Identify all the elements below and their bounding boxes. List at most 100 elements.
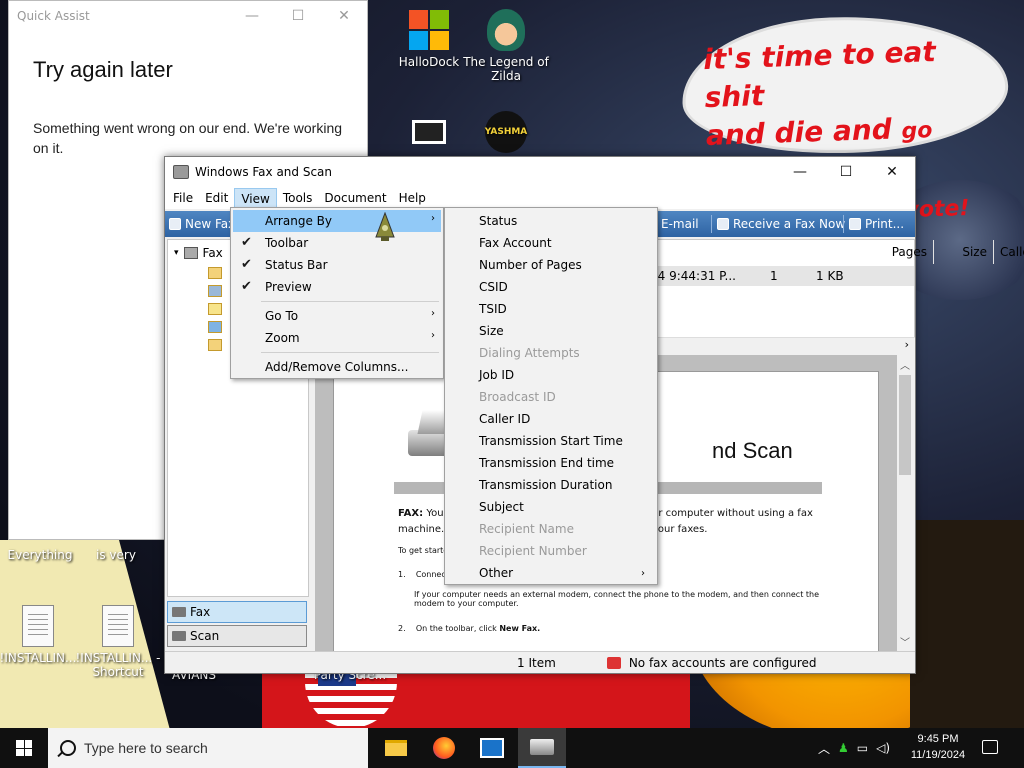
preview-vertical-scrollbar[interactable]: ︿ ﹀ — [897, 355, 913, 651]
chevron-right-icon[interactable]: › — [905, 338, 909, 351]
column-caller-id[interactable]: Caller ID — [994, 240, 1024, 264]
taskbar-firefox[interactable] — [420, 728, 468, 768]
search-icon — [60, 740, 76, 756]
tree-item-fax[interactable]: ▾ Fax — [174, 244, 223, 262]
menu-item-transmission-duration[interactable]: Transmission Duration — [479, 474, 612, 496]
menu-item-toolbar[interactable]: ✔ Toolbar — [233, 232, 441, 254]
bubble-line-1: it's time to eat shit — [702, 35, 937, 115]
taskbar-fax-scan[interactable] — [518, 728, 566, 768]
network-icon[interactable]: ▭ — [857, 741, 868, 755]
menu-file[interactable]: File — [167, 188, 199, 208]
fax-window-title: Windows Fax and Scan — [195, 165, 333, 179]
fax-view-button[interactable]: Fax — [167, 601, 307, 623]
document-icon — [16, 604, 60, 648]
menu-item-status[interactable]: Status — [479, 210, 517, 232]
close-button[interactable]: ✕ — [321, 1, 367, 31]
scan-view-button[interactable]: Scan — [167, 625, 307, 647]
taskbar-remote-desktop[interactable] — [468, 728, 516, 768]
chevron-up-icon[interactable]: ︿ — [900, 357, 910, 372]
menu-item-transmission-end-time[interactable]: Transmission End time — [479, 452, 614, 474]
maximize-button[interactable]: ☐ — [275, 1, 321, 31]
quick-assist-heading: Try again later — [33, 57, 173, 82]
menu-item-arrange-by[interactable]: Arrange By › — [233, 210, 441, 232]
menu-item-zoom[interactable]: Zoom › — [233, 327, 441, 349]
tree-item-folder[interactable] — [208, 264, 222, 282]
menu-item-status-bar[interactable]: ✔ Status Bar — [233, 254, 441, 276]
menu-item-number-of-pages[interactable]: Number of Pages — [479, 254, 582, 276]
folder-icon — [208, 267, 222, 279]
taskbar-search[interactable]: Type here to search — [48, 728, 368, 768]
chevron-up-icon[interactable]: ︿ — [818, 740, 830, 757]
windows-logo-icon — [407, 8, 451, 52]
chevron-down-icon[interactable]: ﹀ — [900, 634, 910, 649]
menu-view[interactable]: View — [234, 188, 277, 208]
preview-step-2: 2. On the toolbar, click New Fax. — [398, 624, 541, 633]
firefox-icon — [433, 737, 455, 759]
taskbar: Type here to search ︿ ♟ ▭ ◁) 9:45 PM 11/… — [0, 728, 1024, 768]
menu-item-job-id[interactable]: Job ID — [479, 364, 514, 386]
menu-item-subject[interactable]: Subject — [479, 496, 524, 518]
menu-document[interactable]: Document — [318, 188, 392, 208]
menu-item-caller-id[interactable]: Caller ID — [479, 408, 530, 430]
game-character-icon — [484, 8, 528, 52]
chevron-right-icon: › — [431, 308, 435, 319]
list-header: Size — [934, 240, 994, 264]
email-button[interactable]: E-mail — [661, 216, 699, 232]
volume-icon[interactable]: ◁) — [876, 741, 890, 755]
folder-icon — [208, 339, 222, 351]
fax-icon — [530, 739, 554, 755]
fax-app-icon — [173, 165, 189, 179]
menu-item-size[interactable]: Size — [479, 320, 504, 342]
user-icon[interactable]: ♟ — [838, 741, 849, 755]
menu-tools[interactable]: Tools — [277, 188, 319, 208]
notification-icon[interactable] — [982, 740, 998, 754]
print-button[interactable]: Print... — [849, 216, 904, 232]
tree-item-folder[interactable] — [208, 300, 222, 318]
taskbar-file-explorer[interactable] — [372, 728, 420, 768]
draft-icon — [208, 303, 222, 315]
menu-item-other[interactable]: Other — [479, 562, 513, 584]
menu-item-preview[interactable]: ✔ Preview — [233, 276, 441, 298]
new-fax-button[interactable]: New Fax — [169, 216, 235, 232]
column-pages[interactable]: Pages — [810, 240, 934, 264]
tree-item-folder[interactable] — [208, 318, 222, 336]
new-fax-icon — [169, 218, 181, 230]
yashma-icon: YASHMA — [484, 110, 528, 154]
preview-text: ur computer without using a fax — [652, 508, 813, 519]
fax-titlebar: Windows Fax and Scan — ☐ ✕ — [165, 157, 915, 187]
desktop-icon-yashma[interactable]: YASHMA — [460, 110, 552, 157]
menu-item-dialing-attempts: Dialing Attempts — [479, 346, 580, 360]
view-menu: Arrange By › ✔ Toolbar ✔ Status Bar ✔ Pr… — [230, 207, 444, 379]
maximize-button[interactable]: ☐ — [823, 157, 869, 187]
check-icon: ✔ — [241, 257, 252, 272]
folder-icon — [208, 285, 222, 297]
menu-item-add-remove-columns[interactable]: Add/Remove Columns... — [233, 356, 441, 378]
wallpaper-dark-edge — [910, 520, 1024, 730]
clock[interactable]: 9:45 PM 11/19/2024 — [906, 731, 970, 763]
desktop-icon-is-very[interactable]: is very — [70, 548, 162, 562]
menu-item-tsid[interactable]: TSID — [479, 298, 507, 320]
menu-help[interactable]: Help — [393, 188, 432, 208]
minimize-button[interactable]: — — [229, 1, 275, 31]
scanner-icon — [172, 631, 186, 641]
menu-item-fax-account[interactable]: Fax Account — [479, 232, 552, 254]
cell-pages: 1 — [770, 269, 778, 283]
status-item-count: 1 Item — [517, 656, 556, 670]
menu-item-go-to[interactable]: Go To › — [233, 305, 441, 327]
scrollbar-thumb[interactable] — [899, 375, 911, 475]
tree-item-folder[interactable] — [208, 336, 222, 354]
menu-item-csid[interactable]: CSID — [479, 276, 508, 298]
menu-item-transmission-start-time[interactable]: Transmission Start Time — [479, 430, 623, 452]
menu-edit[interactable]: Edit — [199, 188, 234, 208]
close-button[interactable]: ✕ — [869, 157, 915, 187]
receive-fax-button[interactable]: Receive a Fax Now — [717, 216, 845, 232]
receive-fax-icon — [717, 218, 729, 230]
start-button[interactable] — [0, 728, 48, 768]
fax-icon — [183, 247, 198, 259]
column-size[interactable]: Size — [934, 240, 994, 264]
desktop-icon-legend-of-zilda[interactable]: The Legend of Zilda — [460, 8, 552, 83]
folder-icon — [385, 740, 407, 756]
tree-item-folder[interactable] — [208, 282, 222, 300]
minimize-button[interactable]: — — [777, 157, 823, 187]
status-accounts: No fax accounts are configured — [607, 656, 817, 670]
